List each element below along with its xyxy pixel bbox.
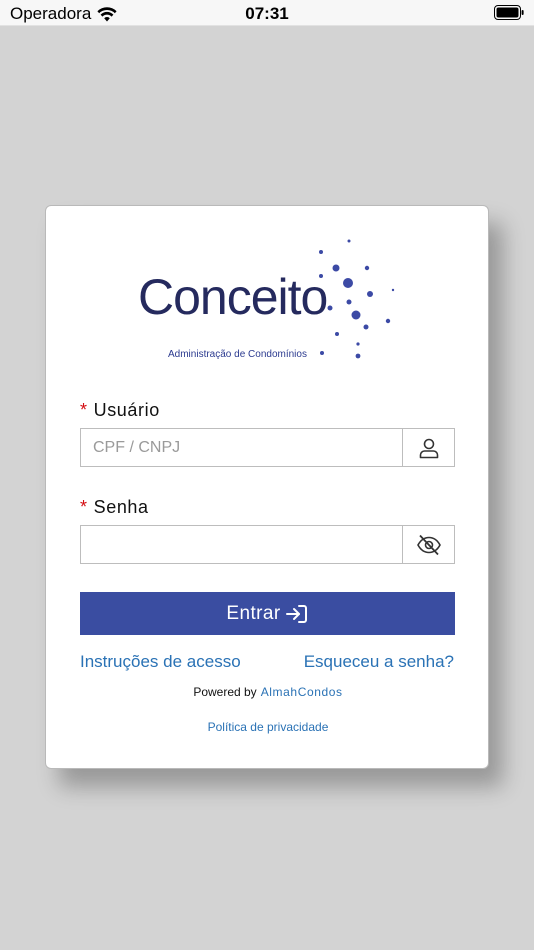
toggle-password-visibility[interactable]	[402, 526, 454, 563]
forgot-password-link[interactable]: Esqueceu a senha?	[304, 652, 454, 672]
status-time: 07:31	[245, 4, 289, 23]
user-icon	[419, 438, 438, 458]
access-instructions-link[interactable]: Instruções de acesso	[80, 652, 241, 672]
eye-slash-icon	[416, 534, 441, 555]
login-card: Conceito Administração de Condomínios * U…	[45, 205, 489, 769]
powered-by-brand[interactable]: AlmahCondos	[261, 685, 343, 699]
required-mark: *	[80, 497, 88, 517]
password-input[interactable]	[81, 526, 402, 563]
sign-in-icon	[285, 604, 307, 623]
login-button[interactable]: Entrar	[80, 592, 455, 635]
company-logo: Conceito Administração de Condomínios	[138, 236, 428, 366]
username-label-text: Usuário	[93, 400, 160, 420]
password-label: * Senha	[80, 497, 149, 518]
username-input[interactable]	[81, 429, 402, 466]
battery-icon	[494, 5, 524, 20]
status-bar: Operadora 07:31	[0, 0, 534, 26]
powered-by: Powered by AlmahCondos	[46, 685, 490, 699]
logo-wordmark: Conceito	[138, 269, 328, 325]
user-addon	[402, 429, 454, 466]
required-mark: *	[80, 400, 88, 420]
password-label-text: Senha	[93, 497, 149, 517]
privacy-policy-link[interactable]: Política de privacidade	[46, 720, 490, 734]
username-input-group	[80, 428, 455, 467]
username-label: * Usuário	[80, 400, 160, 421]
logo-subtitle: Administração de Condomínios	[168, 349, 307, 360]
powered-by-text: Powered by	[193, 685, 257, 699]
login-button-label: Entrar	[226, 602, 281, 624]
password-input-group	[80, 525, 455, 564]
